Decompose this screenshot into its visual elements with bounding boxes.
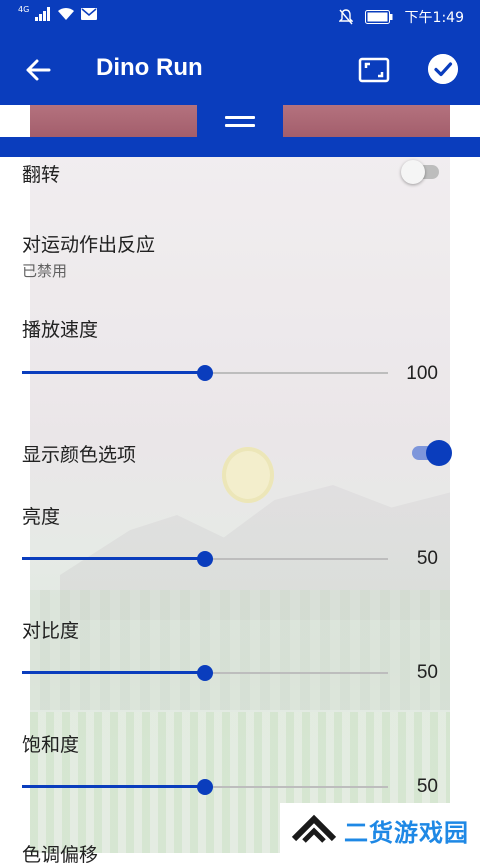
saturation-slider-fill: [22, 785, 205, 788]
speed-slider[interactable]: [22, 361, 388, 385]
motion-status: 已禁用: [22, 262, 68, 280]
app-bar: Dino Run: [0, 32, 480, 105]
speed-slider-thumb[interactable]: [197, 365, 213, 381]
saturation-value: 50: [416, 776, 438, 797]
signal-icon: [35, 7, 51, 21]
hue-label: 色调偏移: [22, 844, 99, 866]
battery-icon: [364, 10, 393, 24]
saturation-slider-thumb[interactable]: [197, 779, 213, 795]
preview-trees: [30, 590, 450, 710]
network-type: 4G: [18, 4, 30, 14]
bell-muted-icon: [338, 9, 353, 25]
flip-label: 翻转: [22, 164, 61, 186]
confirm-check-icon[interactable]: [428, 54, 458, 84]
back-arrow-icon[interactable]: [22, 54, 54, 86]
status-icons-right: 下午1:49: [338, 7, 464, 27]
saturation-label: 饱和度: [22, 734, 80, 756]
fit-screen-icon[interactable]: [358, 54, 390, 86]
speed-label: 播放速度: [22, 319, 99, 341]
color-options-label: 显示颜色选项: [22, 444, 137, 466]
motion-setting-row[interactable]: 对运动作出反应 已禁用: [0, 217, 480, 287]
speed-slider-fill: [22, 371, 205, 374]
status-icons-left: 4G: [18, 4, 98, 21]
saturation-slider[interactable]: [22, 775, 388, 799]
brightness-slider-fill: [22, 557, 205, 560]
status-bar: 4G 下午1:49: [0, 0, 480, 32]
app-title: Dino Run: [96, 54, 203, 81]
contrast-value: 50: [416, 662, 438, 683]
brightness-slider[interactable]: [22, 547, 388, 571]
drag-handle-icon: [225, 116, 255, 128]
flip-toggle[interactable]: [401, 157, 445, 185]
brightness-value: 50: [416, 548, 438, 569]
contrast-label: 对比度: [22, 620, 80, 642]
flip-toggle-knob: [401, 160, 425, 184]
color-options-toggle-knob: [426, 440, 452, 466]
watermark-text: 二货游戏园: [344, 819, 469, 847]
brightness-slider-thumb[interactable]: [197, 551, 213, 567]
contrast-slider-thumb[interactable]: [197, 665, 213, 681]
wifi-icon: [58, 7, 75, 20]
clock: 下午1:49: [404, 10, 464, 26]
preview-coin: [222, 447, 274, 503]
color-options-toggle[interactable]: [410, 438, 454, 466]
mail-icon: [81, 8, 98, 20]
site-watermark: 二货游戏园: [280, 803, 480, 853]
brightness-label: 亮度: [22, 506, 61, 528]
contrast-slider[interactable]: [22, 661, 388, 685]
speed-value: 100: [406, 363, 438, 384]
watermark-logo-icon: [291, 814, 337, 843]
motion-label: 对运动作出反应: [22, 234, 156, 256]
contrast-slider-fill: [22, 671, 205, 674]
